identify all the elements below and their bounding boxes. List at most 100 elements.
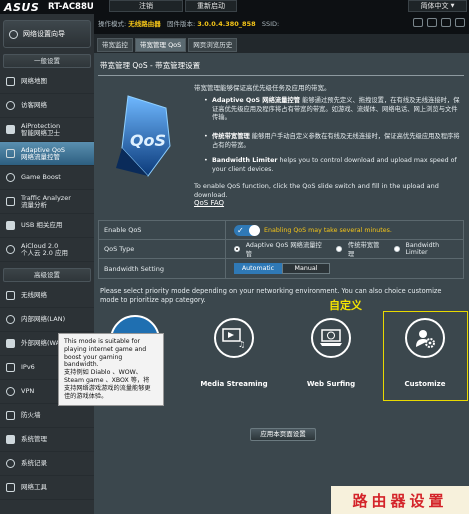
enable-qos-toggle[interactable]: ✓ — [234, 224, 260, 236]
tab-web-history[interactable]: 网页浏览历史 — [188, 38, 238, 52]
qos-type-option-traditional: 传统带宽管理 — [347, 242, 380, 258]
enable-qos-row: Enable QoS ✓ Enabling QoS may take sever… — [99, 221, 463, 240]
qos-intro: 带宽管理能够保证高优先级任务及应用的带宽。 — [194, 84, 331, 92]
sidebar-advanced-item-label: 无线网络 — [21, 291, 47, 299]
traffic-analyzer-icon — [5, 196, 16, 207]
sidebar-advanced-item-5[interactable]: 防火墙 — [0, 404, 94, 428]
general-menu: 网络地图访客网络 AiProtection 智能网络卫士 Adaptive QoS … — [0, 70, 94, 262]
sidebar-advanced-item-6[interactable]: 系统管理 — [0, 428, 94, 452]
tab-bandwidth-monitor[interactable]: 带宽监控 — [97, 38, 133, 52]
title-divider — [98, 75, 464, 76]
sidebar-advanced-item-8[interactable]: 网络工具 — [0, 476, 94, 500]
network-status-icon[interactable] — [441, 18, 451, 27]
tab-bar: 带宽监控 带宽管理 QoS 网页浏览历史 — [97, 38, 238, 52]
network-tools-icon — [5, 482, 16, 493]
mode-value[interactable]: 无线路由器 — [128, 20, 161, 28]
bandwidth-segmented-control: Automatic Manual — [234, 263, 330, 274]
sidebar-advanced-item-7[interactable]: 系统记录 — [0, 452, 94, 476]
quick-setup-button[interactable]: 网络设置向导 — [3, 20, 91, 48]
general-section-header: 一般设置 — [3, 54, 91, 68]
shield-icon — [5, 124, 16, 135]
top-bar: ASUS RT-AC88U 注销 重新启动 简体中文 ▼ — [0, 0, 469, 14]
mode-label: 操作模式: — [98, 20, 127, 28]
sidebar-general-item-label: 网络地图 — [21, 77, 47, 85]
lan-icon — [5, 314, 16, 325]
qos-type-radio-traditional[interactable] — [335, 246, 342, 252]
bullet-adaptive-qos: • Adaptive QoS 网络流量控管 能够通过预先定义、拖拽设置，在有线及无… — [204, 97, 460, 122]
page-title: 带宽管理 QoS - 带宽管理设置 — [100, 61, 201, 70]
web-surfing-icon — [311, 318, 351, 358]
mode-media-streaming-label: Media Streaming — [200, 380, 268, 388]
syslog-icon — [5, 458, 16, 469]
guest-network-icon — [5, 100, 16, 111]
game-boost-icon — [5, 172, 16, 183]
toggle-knob — [249, 224, 260, 236]
sidebar-advanced-item-label: 内部网络(LAN) — [21, 315, 66, 323]
qos-type-row: QoS Type Adaptive QoS 网络流量控管 传统带宽管理 Band… — [99, 240, 463, 259]
wand-icon — [8, 29, 19, 40]
watermark-badge: 路由器设置 — [331, 486, 469, 514]
gaming-mode-tooltip: This mode is suitable for playing intern… — [58, 333, 164, 406]
qos-type-radio-adaptive[interactable] — [233, 246, 240, 252]
reboot-button[interactable]: 重新启动 — [185, 0, 237, 12]
qos-settings-table: Enable QoS ✓ Enabling QoS may take sever… — [98, 220, 464, 279]
router-model: RT-AC88U — [48, 2, 94, 12]
firmware-value[interactable]: 3.0.0.4.380_858 — [197, 20, 255, 28]
mode-customize[interactable]: Customize — [389, 318, 461, 388]
apply-button[interactable]: 应用本页面设置 — [250, 428, 316, 441]
vpn-icon — [5, 386, 16, 397]
wan-icon — [5, 338, 16, 349]
status-icons — [413, 18, 465, 27]
sidebar-general-item-0[interactable]: 网络地图 — [0, 70, 94, 94]
sidebar-general-item-6[interactable]: USB 相关应用 — [0, 214, 94, 238]
mode-media-streaming[interactable]: ♫ Media Streaming — [198, 318, 270, 388]
advanced-section-header: 高级设置 — [3, 268, 91, 282]
qos-panel: 带宽管理 QoS - 带宽管理设置 QoS 带宽管理能够保证高优先级任务及应用的… — [94, 53, 469, 514]
status-bar: 操作模式: 无线路由器 固件版本: 3.0.0.4.380_858 SSID: — [94, 14, 469, 34]
sidebar-general-item-1[interactable]: 访客网络 — [0, 94, 94, 118]
priority-mode-prompt: Please select priority mode depending on… — [100, 287, 442, 304]
sidebar-advanced-item-0[interactable]: 无线网络 — [0, 284, 94, 308]
ssid-label: SSID: — [261, 20, 280, 28]
language-label: 简体中文 — [420, 2, 449, 10]
sidebar-advanced-item-label: 系统管理 — [21, 435, 47, 443]
bandwidth-automatic-button[interactable]: Automatic — [234, 263, 282, 274]
qos-faq-link[interactable]: QoS FAQ — [194, 199, 224, 207]
usb-status-icon[interactable] — [413, 18, 423, 27]
quick-setup-label: 网络设置向导 — [23, 30, 65, 38]
wifi-status-icon[interactable] — [427, 18, 437, 27]
mode-web-surfing[interactable]: Web Surfing — [295, 318, 367, 388]
sidebar-advanced-item-1[interactable]: 内部网络(LAN) — [0, 308, 94, 332]
sidebar-general-item-2[interactable]: AiProtection 智能网络卫士 — [0, 118, 94, 142]
customize-annotation: 自定义 — [329, 299, 362, 312]
mode-customize-label: Customize — [404, 380, 446, 388]
sidebar-advanced-item-label: 防火墙 — [21, 411, 41, 419]
sidebar-advanced-item-label: 系统记录 — [21, 459, 47, 467]
sidebar-general-item-label: AiProtection 智能网络卫士 — [21, 121, 61, 137]
wireless-icon — [5, 290, 16, 301]
asus-logo: ASUS — [4, 1, 40, 14]
sidebar-general-item-7[interactable]: AiCloud 2.0 个人云 2.0 应用 — [0, 238, 94, 262]
sidebar-general-item-label: AiCloud 2.0 个人云 2.0 应用 — [21, 241, 68, 257]
bandwidth-row: Bandwidth Setting Automatic Manual — [99, 259, 463, 278]
sidebar-general-item-5[interactable]: Traffic Analyzer 流量分析 — [0, 190, 94, 214]
check-icon: ✓ — [237, 225, 244, 235]
app-status-icon[interactable] — [455, 18, 465, 27]
bullet-traditional-qos-name: 传统带宽管理 — [212, 133, 250, 140]
sidebar-general-item-label: Traffic Analyzer 流量分析 — [21, 193, 71, 209]
customize-icon — [405, 318, 445, 358]
sidebar-general-item-3[interactable]: Adaptive QoS 网络流量控管 — [0, 142, 94, 166]
logout-button[interactable]: 注销 — [109, 0, 183, 12]
sidebar-advanced-item-label: 网络工具 — [21, 483, 47, 491]
qos-icon — [5, 148, 16, 159]
language-select[interactable]: 简体中文 ▼ — [408, 0, 467, 12]
bandwidth-manual-button[interactable]: Manual — [282, 263, 330, 274]
bullet-traditional-qos-text: 能够用户手动自定义参数在有线及无线连接时，保证高优先级应用及程序将占有的带宽。 — [212, 133, 460, 149]
usb-icon — [5, 220, 16, 231]
sidebar-general-item-4[interactable]: Game Boost — [0, 166, 94, 190]
qos-type-radio-limiter[interactable] — [393, 246, 400, 252]
tab-qos[interactable]: 带宽管理 QoS — [135, 38, 187, 52]
media-streaming-icon: ♫ — [214, 318, 254, 358]
bullet-bandwidth-limiter: • Bandwidth Limiter helps you to control … — [204, 157, 457, 173]
enable-note: To enable QoS function, click the QoS sl… — [194, 182, 439, 199]
